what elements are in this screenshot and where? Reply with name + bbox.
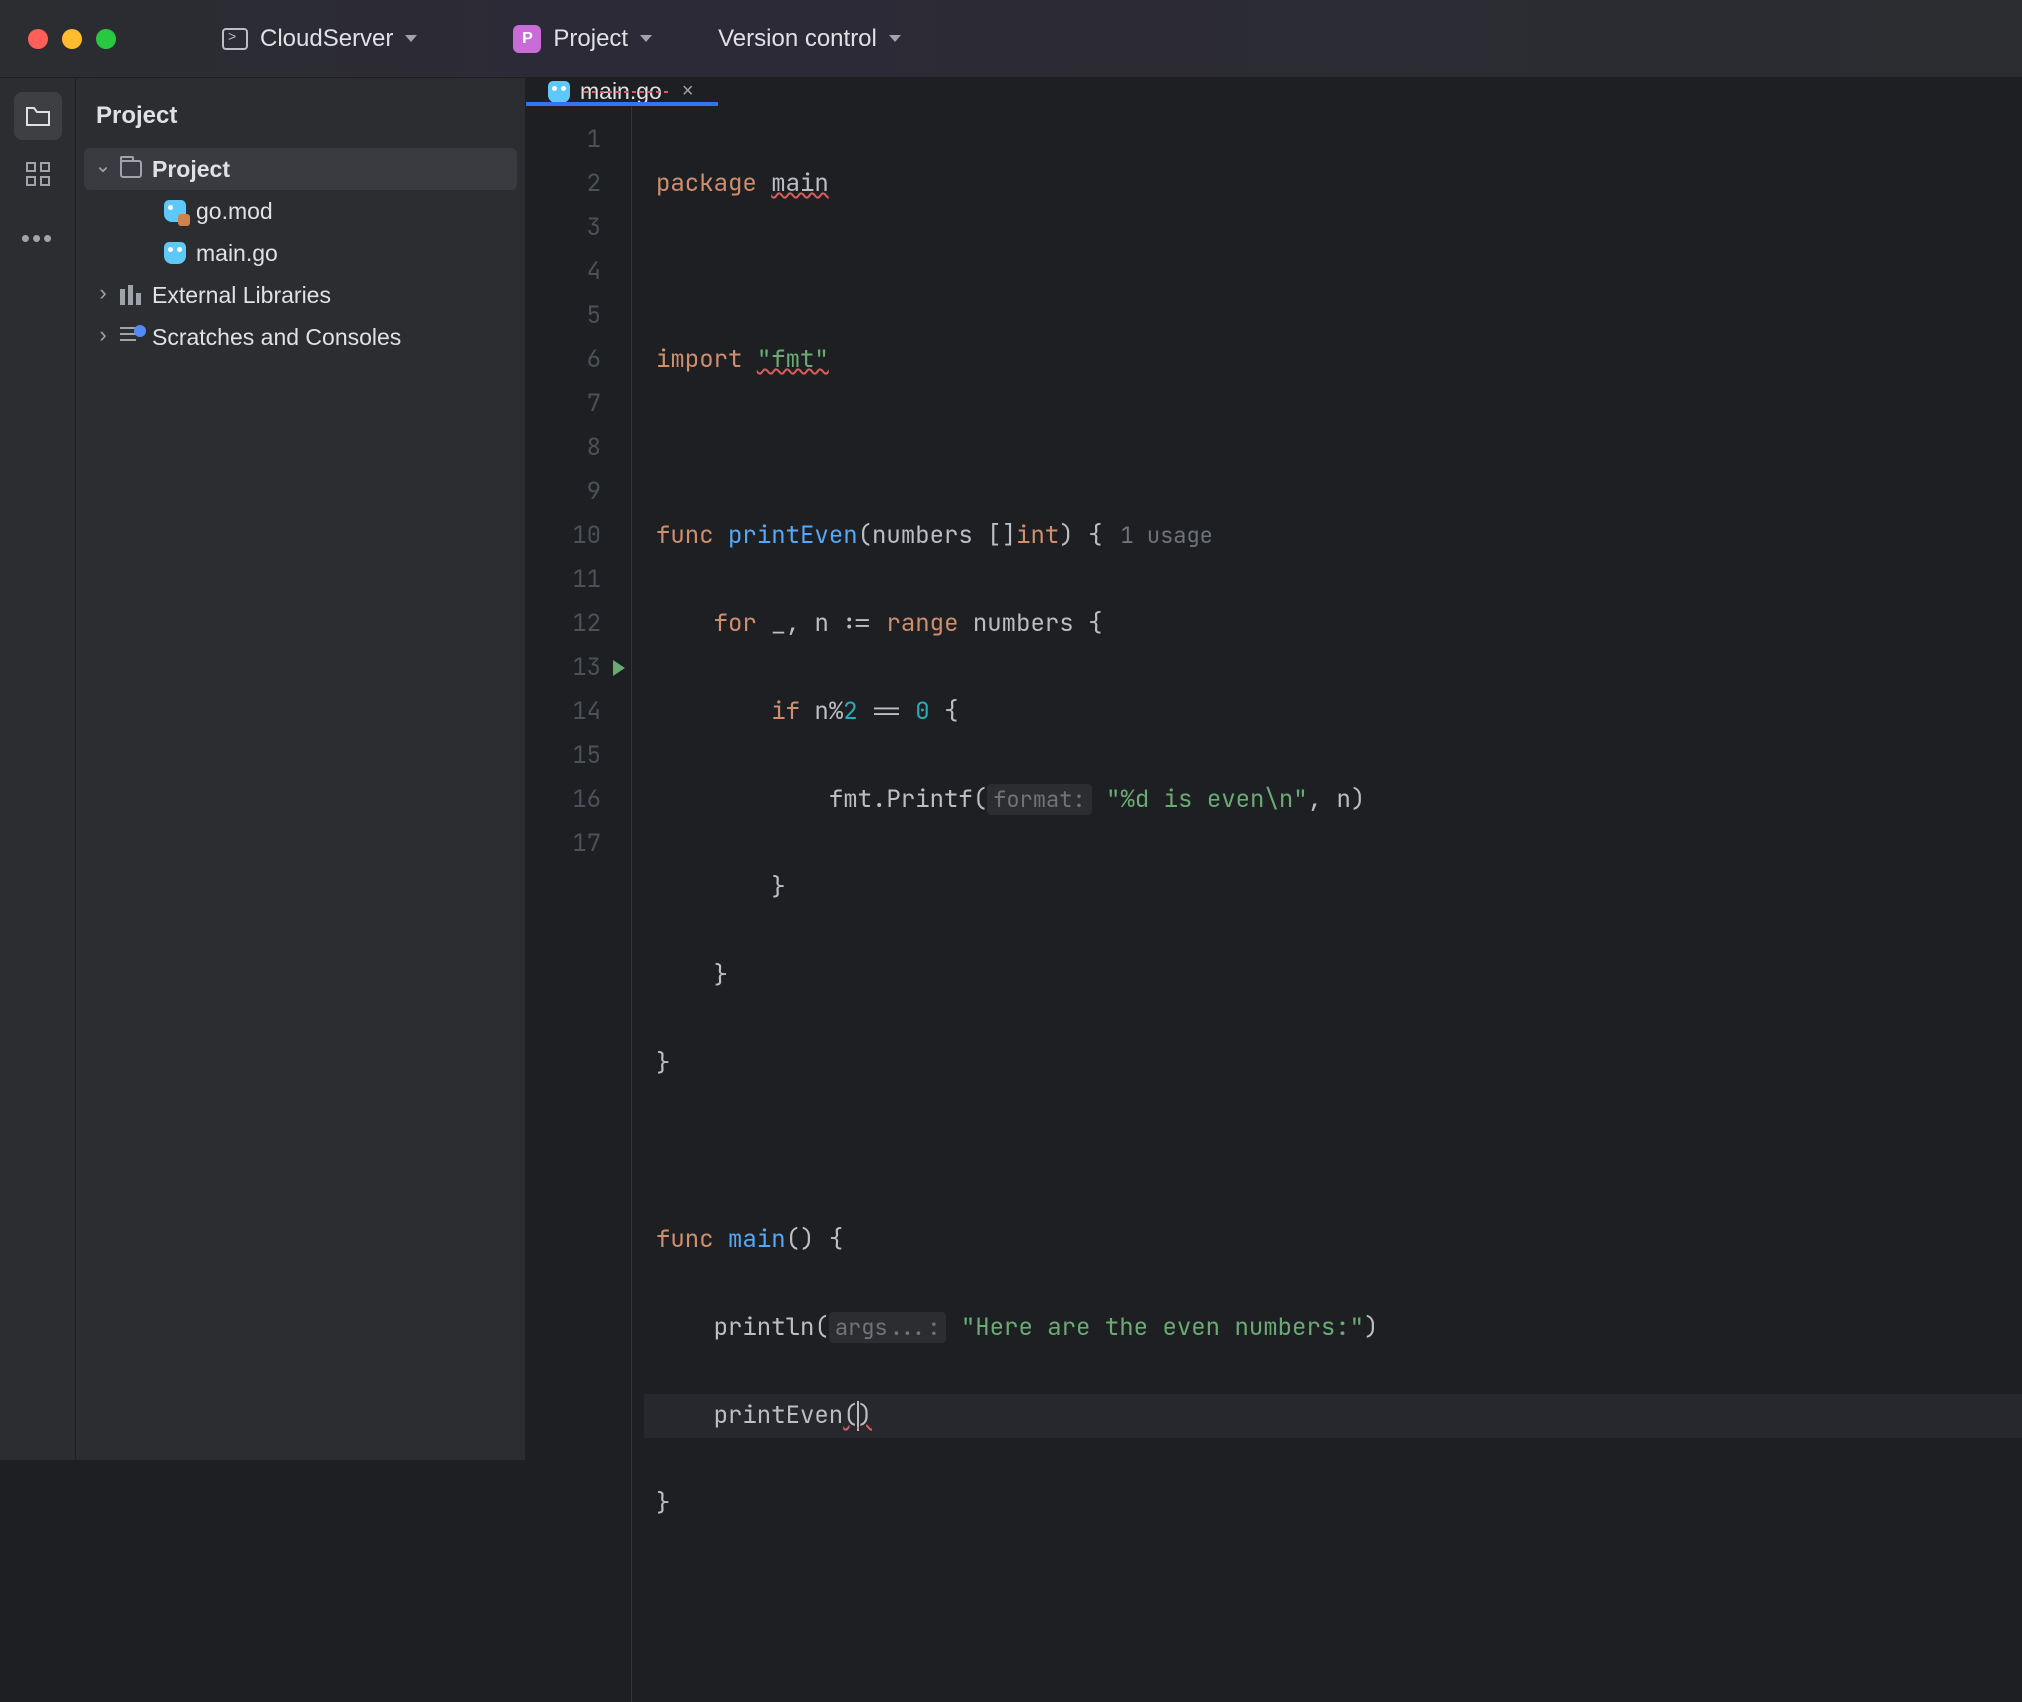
project-dropdown[interactable]: P Project <box>503 19 662 59</box>
sidebar-title: Project <box>76 92 525 148</box>
chevron-down-icon <box>96 157 110 182</box>
project-tree: Project go.mod main.go External Librarie… <box>76 148 525 358</box>
maximize-window-button[interactable] <box>96 29 116 49</box>
tree-file-gomod[interactable]: go.mod <box>84 190 517 232</box>
library-icon <box>120 285 142 305</box>
tree-file-maingo[interactable]: main.go <box>84 232 517 274</box>
go-file-icon <box>164 242 186 264</box>
line-number[interactable]: 4 <box>526 250 631 294</box>
line-number[interactable]: 10 <box>526 514 631 558</box>
cloudserver-label: CloudServer <box>260 25 393 53</box>
line-number[interactable]: 16 <box>526 778 631 822</box>
tree-file-label: go.mod <box>196 198 273 225</box>
code-editor[interactable]: 1 2 3 4 5 6 7 8 9 10 11 12 13 14 15 16 1… <box>526 106 2022 1702</box>
tab-main-go[interactable]: main.go × <box>526 78 718 105</box>
terminal-icon <box>222 28 248 50</box>
more-tools-button[interactable]: ••• <box>14 214 62 262</box>
chevron-right-icon <box>96 324 110 350</box>
usage-hint[interactable]: 1 usage <box>1120 521 1212 550</box>
tree-root-project[interactable]: Project <box>84 148 517 190</box>
vcs-dropdown[interactable]: Version control <box>708 19 911 59</box>
parameter-hint: format: <box>987 784 1091 815</box>
window-controls <box>28 29 116 49</box>
tree-scratches[interactable]: Scratches and Consoles <box>84 316 517 358</box>
run-gutter-icon[interactable] <box>613 660 625 676</box>
close-window-button[interactable] <box>28 29 48 49</box>
structure-tool-button[interactable] <box>14 150 62 198</box>
line-number[interactable]: 3 <box>526 206 631 250</box>
tree-ext-libs-label: External Libraries <box>152 282 331 309</box>
line-number[interactable]: 2 <box>526 162 631 206</box>
close-tab-button[interactable]: × <box>678 80 698 103</box>
minimize-window-button[interactable] <box>62 29 82 49</box>
chevron-down-icon <box>640 35 652 42</box>
line-number[interactable]: 13 <box>526 646 631 690</box>
folder-icon <box>120 160 142 178</box>
chevron-right-icon <box>96 282 110 308</box>
go-file-icon <box>548 81 570 103</box>
line-number[interactable]: 15 <box>526 734 631 778</box>
scratches-icon <box>120 327 142 347</box>
line-number[interactable]: 1 <box>526 118 631 162</box>
line-number[interactable]: 17 <box>526 822 631 866</box>
tree-external-libraries[interactable]: External Libraries <box>84 274 517 316</box>
tool-window-bar: ••• <box>0 78 76 1460</box>
gutter: 1 2 3 4 5 6 7 8 9 10 11 12 13 14 15 16 1… <box>526 106 632 1702</box>
line-number[interactable]: 9 <box>526 470 631 514</box>
vcs-label: Version control <box>718 25 877 53</box>
line-number[interactable]: 14 <box>526 690 631 734</box>
line-number[interactable]: 8 <box>526 426 631 470</box>
cloudserver-dropdown[interactable]: CloudServer <box>212 19 427 59</box>
line-number[interactable]: 7 <box>526 382 631 426</box>
line-number[interactable]: 11 <box>526 558 631 602</box>
parameter-hint: args...: <box>829 1312 947 1343</box>
line-number[interactable]: 12 <box>526 602 631 646</box>
titlebar: CloudServer P Project Version control <box>0 0 2022 78</box>
editor-tabs: main.go × <box>526 78 2022 106</box>
tree-scratches-label: Scratches and Consoles <box>152 324 401 351</box>
editor-area: main.go × 1 2 3 4 5 6 7 8 9 10 11 12 13 … <box>526 78 2022 1460</box>
project-badge: P <box>513 25 541 53</box>
tree-file-label: main.go <box>196 240 278 267</box>
code-content[interactable]: package main import "fmt" func printEven… <box>632 106 2022 1702</box>
tree-root-label: Project <box>152 156 230 183</box>
chevron-down-icon <box>889 35 901 42</box>
project-sidebar: Project Project go.mod main.go <box>76 78 526 1460</box>
error-underline-icon <box>584 91 670 93</box>
line-number[interactable]: 5 <box>526 294 631 338</box>
go-mod-icon <box>164 200 186 222</box>
line-number[interactable]: 6 <box>526 338 631 382</box>
project-label: Project <box>553 25 628 53</box>
project-tool-button[interactable] <box>14 92 62 140</box>
chevron-down-icon <box>405 35 417 42</box>
